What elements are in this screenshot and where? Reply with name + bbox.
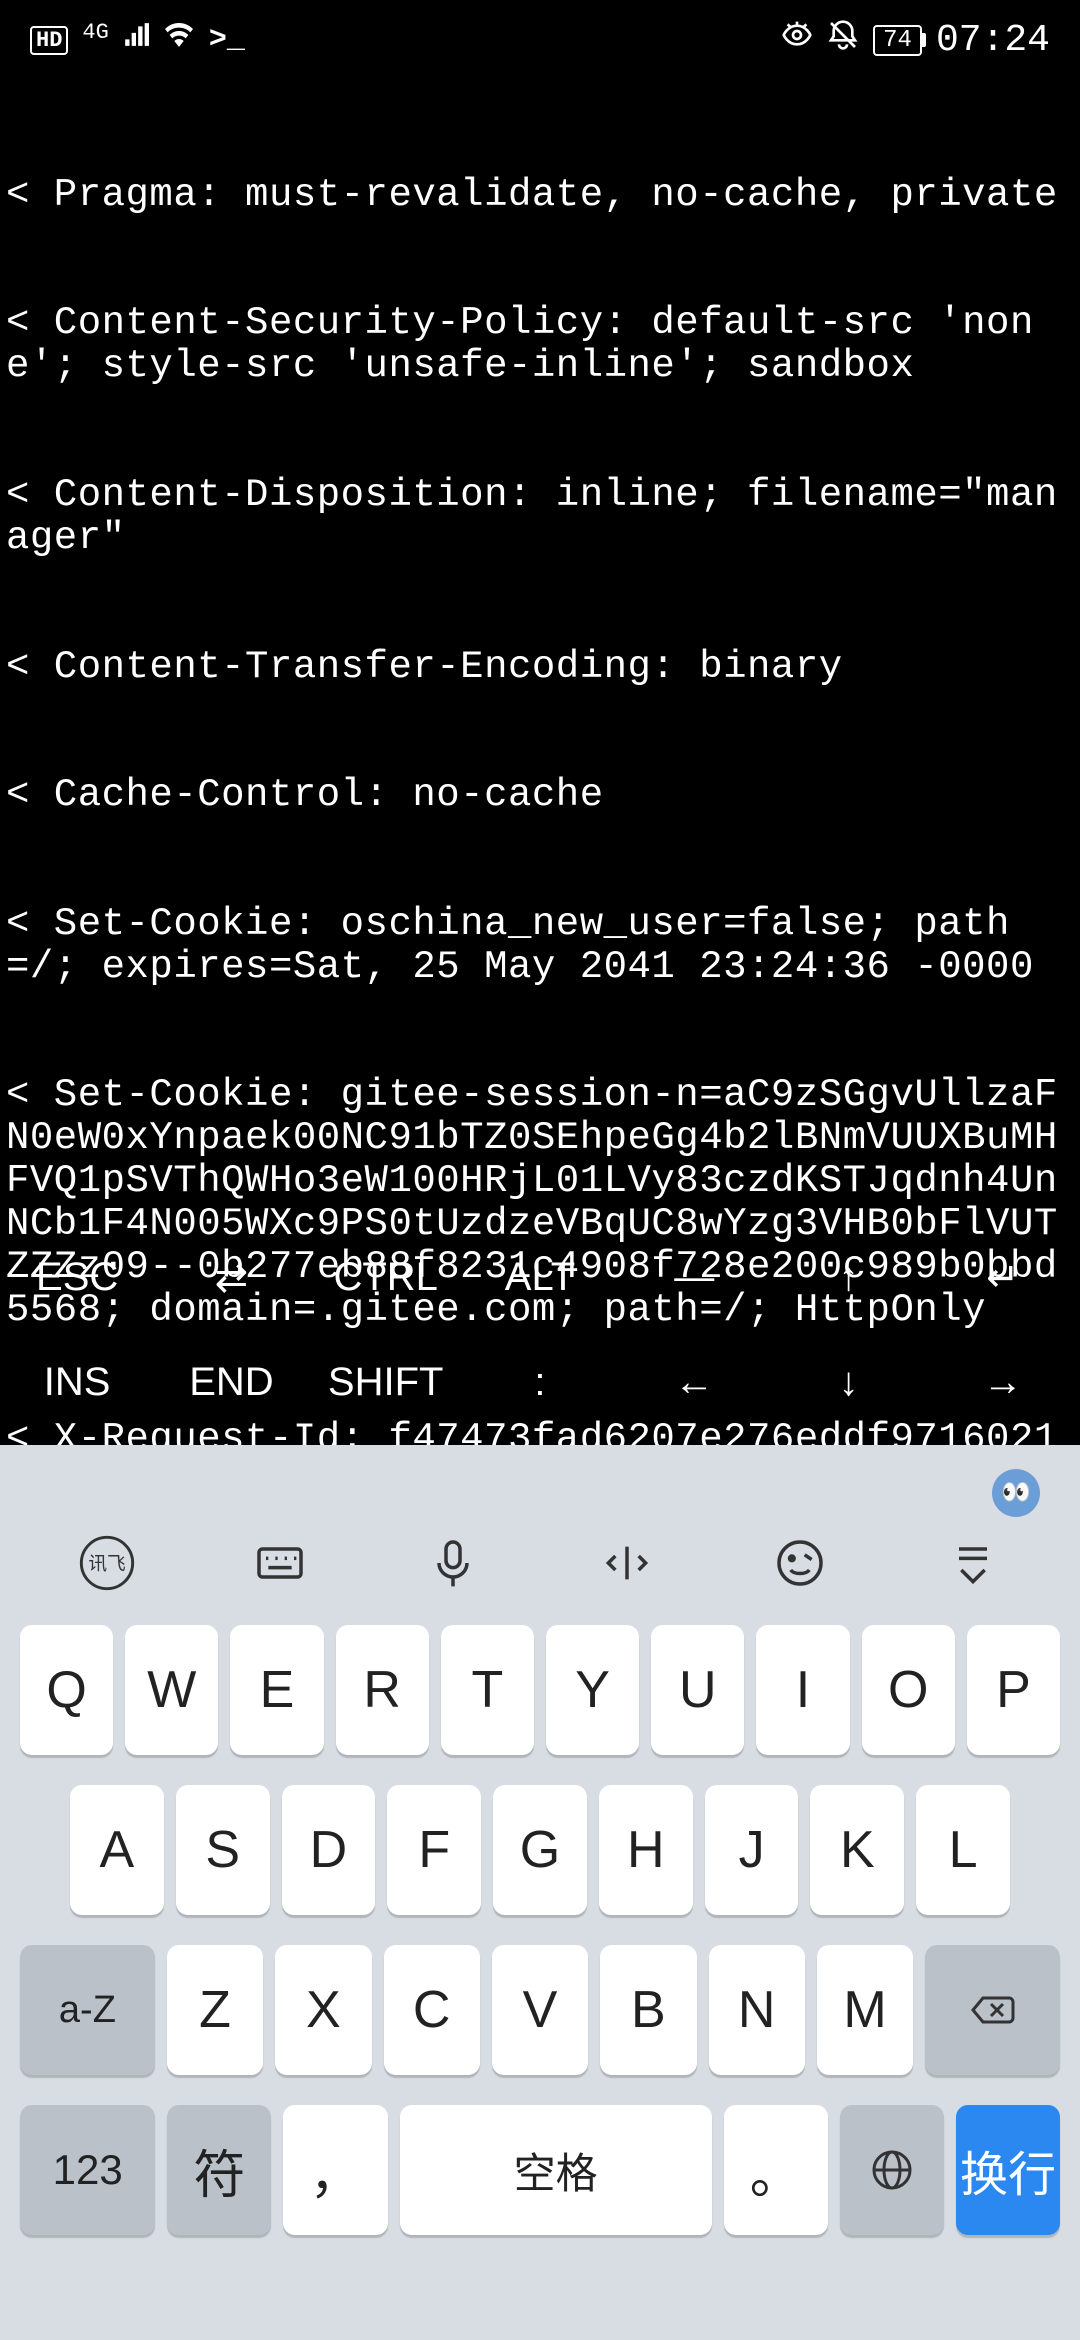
emoji-icon[interactable] [768, 1531, 832, 1595]
terminal-icon: >_ [209, 23, 245, 57]
hd-indicator: HD [30, 26, 68, 55]
alt-key[interactable]: ALT [463, 1255, 617, 1300]
key-w[interactable]: W [125, 1625, 218, 1755]
svg-text:讯飞: 讯飞 [88, 1554, 125, 1576]
key-j[interactable]: J [705, 1785, 799, 1915]
key-o[interactable]: O [862, 1625, 955, 1755]
key-e[interactable]: E [230, 1625, 323, 1755]
key-z[interactable]: Z [167, 1945, 263, 2075]
key-c[interactable]: C [384, 1945, 480, 2075]
esc-key[interactable]: ESC [0, 1255, 154, 1300]
extra-keys-bar: ESC ⇄ CTRL ALT — ↑ ↵ INS END SHIFT : ← ↓… [0, 1215, 1080, 1445]
key-a[interactable]: A [70, 1785, 164, 1915]
key-g[interactable]: G [493, 1785, 587, 1915]
key-n[interactable]: N [709, 1945, 805, 2075]
mute-icon [827, 19, 859, 61]
enter-key[interactable]: ↵ [926, 1255, 1080, 1301]
terminal-line: < Content-Security-Policy: default-src '… [6, 302, 1074, 388]
key-t[interactable]: T [441, 1625, 534, 1755]
right-arrow-key[interactable]: → [926, 1360, 1080, 1405]
iflytek-logo-icon[interactable]: 讯飞 [75, 1531, 139, 1595]
key-globe[interactable] [840, 2105, 944, 2235]
wifi-icon [163, 19, 195, 61]
clock: 07:24 [936, 19, 1050, 62]
cursor-move-icon[interactable] [595, 1531, 659, 1595]
terminal-line: < Content-Transfer-Encoding: binary [6, 646, 1074, 689]
key-p[interactable]: P [967, 1625, 1060, 1755]
key-comma[interactable]: ， [283, 2105, 387, 2235]
keyboard-switch-icon[interactable] [248, 1531, 312, 1595]
microphone-icon[interactable] [421, 1531, 485, 1595]
key-x[interactable]: X [275, 1945, 371, 2075]
key-q[interactable]: Q [20, 1625, 113, 1755]
key-k[interactable]: K [810, 1785, 904, 1915]
key-space[interactable]: 空格 [400, 2105, 712, 2235]
key-m[interactable]: M [817, 1945, 913, 2075]
left-arrow-key[interactable]: ← [617, 1360, 771, 1405]
key-u[interactable]: U [651, 1625, 744, 1755]
key-s[interactable]: S [176, 1785, 270, 1915]
signal-icon [123, 22, 149, 58]
colon-key[interactable]: : [463, 1360, 617, 1405]
key-case-toggle[interactable]: a-Z [20, 1945, 155, 2075]
network-4g: 4G [82, 20, 108, 45]
ins-key[interactable]: INS [0, 1360, 154, 1405]
key-v[interactable]: V [492, 1945, 588, 2075]
key-y[interactable]: Y [546, 1625, 639, 1755]
key-d[interactable]: D [282, 1785, 376, 1915]
status-bar: HD 4G >_ 74 07:24 [0, 0, 1080, 80]
shift-key[interactable]: SHIFT [309, 1360, 463, 1405]
terminal-line: < Content-Disposition: inline; filename=… [6, 474, 1074, 560]
key-enter[interactable]: 换行 [956, 2105, 1060, 2235]
key-period[interactable]: 。 [724, 2105, 828, 2235]
battery-indicator: 74 [873, 25, 922, 56]
ime-assistant-icon[interactable]: 👀 [992, 1469, 1040, 1517]
collapse-icon[interactable] [941, 1531, 1005, 1595]
end-key[interactable]: END [154, 1360, 308, 1405]
terminal-output[interactable]: < Pragma: must-revalidate, no-cache, pri… [0, 80, 1080, 1215]
dash-key[interactable]: — [617, 1255, 771, 1300]
key-backspace[interactable] [925, 1945, 1060, 2075]
swap-key[interactable]: ⇄ [154, 1255, 308, 1301]
up-arrow-key[interactable]: ↑ [771, 1255, 925, 1300]
key-l[interactable]: L [916, 1785, 1010, 1915]
eye-icon [781, 19, 813, 61]
key-b[interactable]: B [600, 1945, 696, 2075]
key-symbols[interactable]: 符 [167, 2105, 271, 2235]
key-f[interactable]: F [387, 1785, 481, 1915]
terminal-line: < Pragma: must-revalidate, no-cache, pri… [6, 174, 1074, 217]
ctrl-key[interactable]: CTRL [309, 1255, 463, 1300]
key-h[interactable]: H [599, 1785, 693, 1915]
ime-keyboard: 👀 讯飞 Q W E R T Y U I O [0, 1445, 1080, 2340]
terminal-line: < Set-Cookie: oschina_new_user=false; pa… [6, 903, 1074, 989]
key-numbers[interactable]: 123 [20, 2105, 155, 2235]
terminal-line: < Cache-Control: no-cache [6, 774, 1074, 817]
down-arrow-key[interactable]: ↓ [771, 1360, 925, 1405]
key-r[interactable]: R [336, 1625, 429, 1755]
key-i[interactable]: I [756, 1625, 849, 1755]
